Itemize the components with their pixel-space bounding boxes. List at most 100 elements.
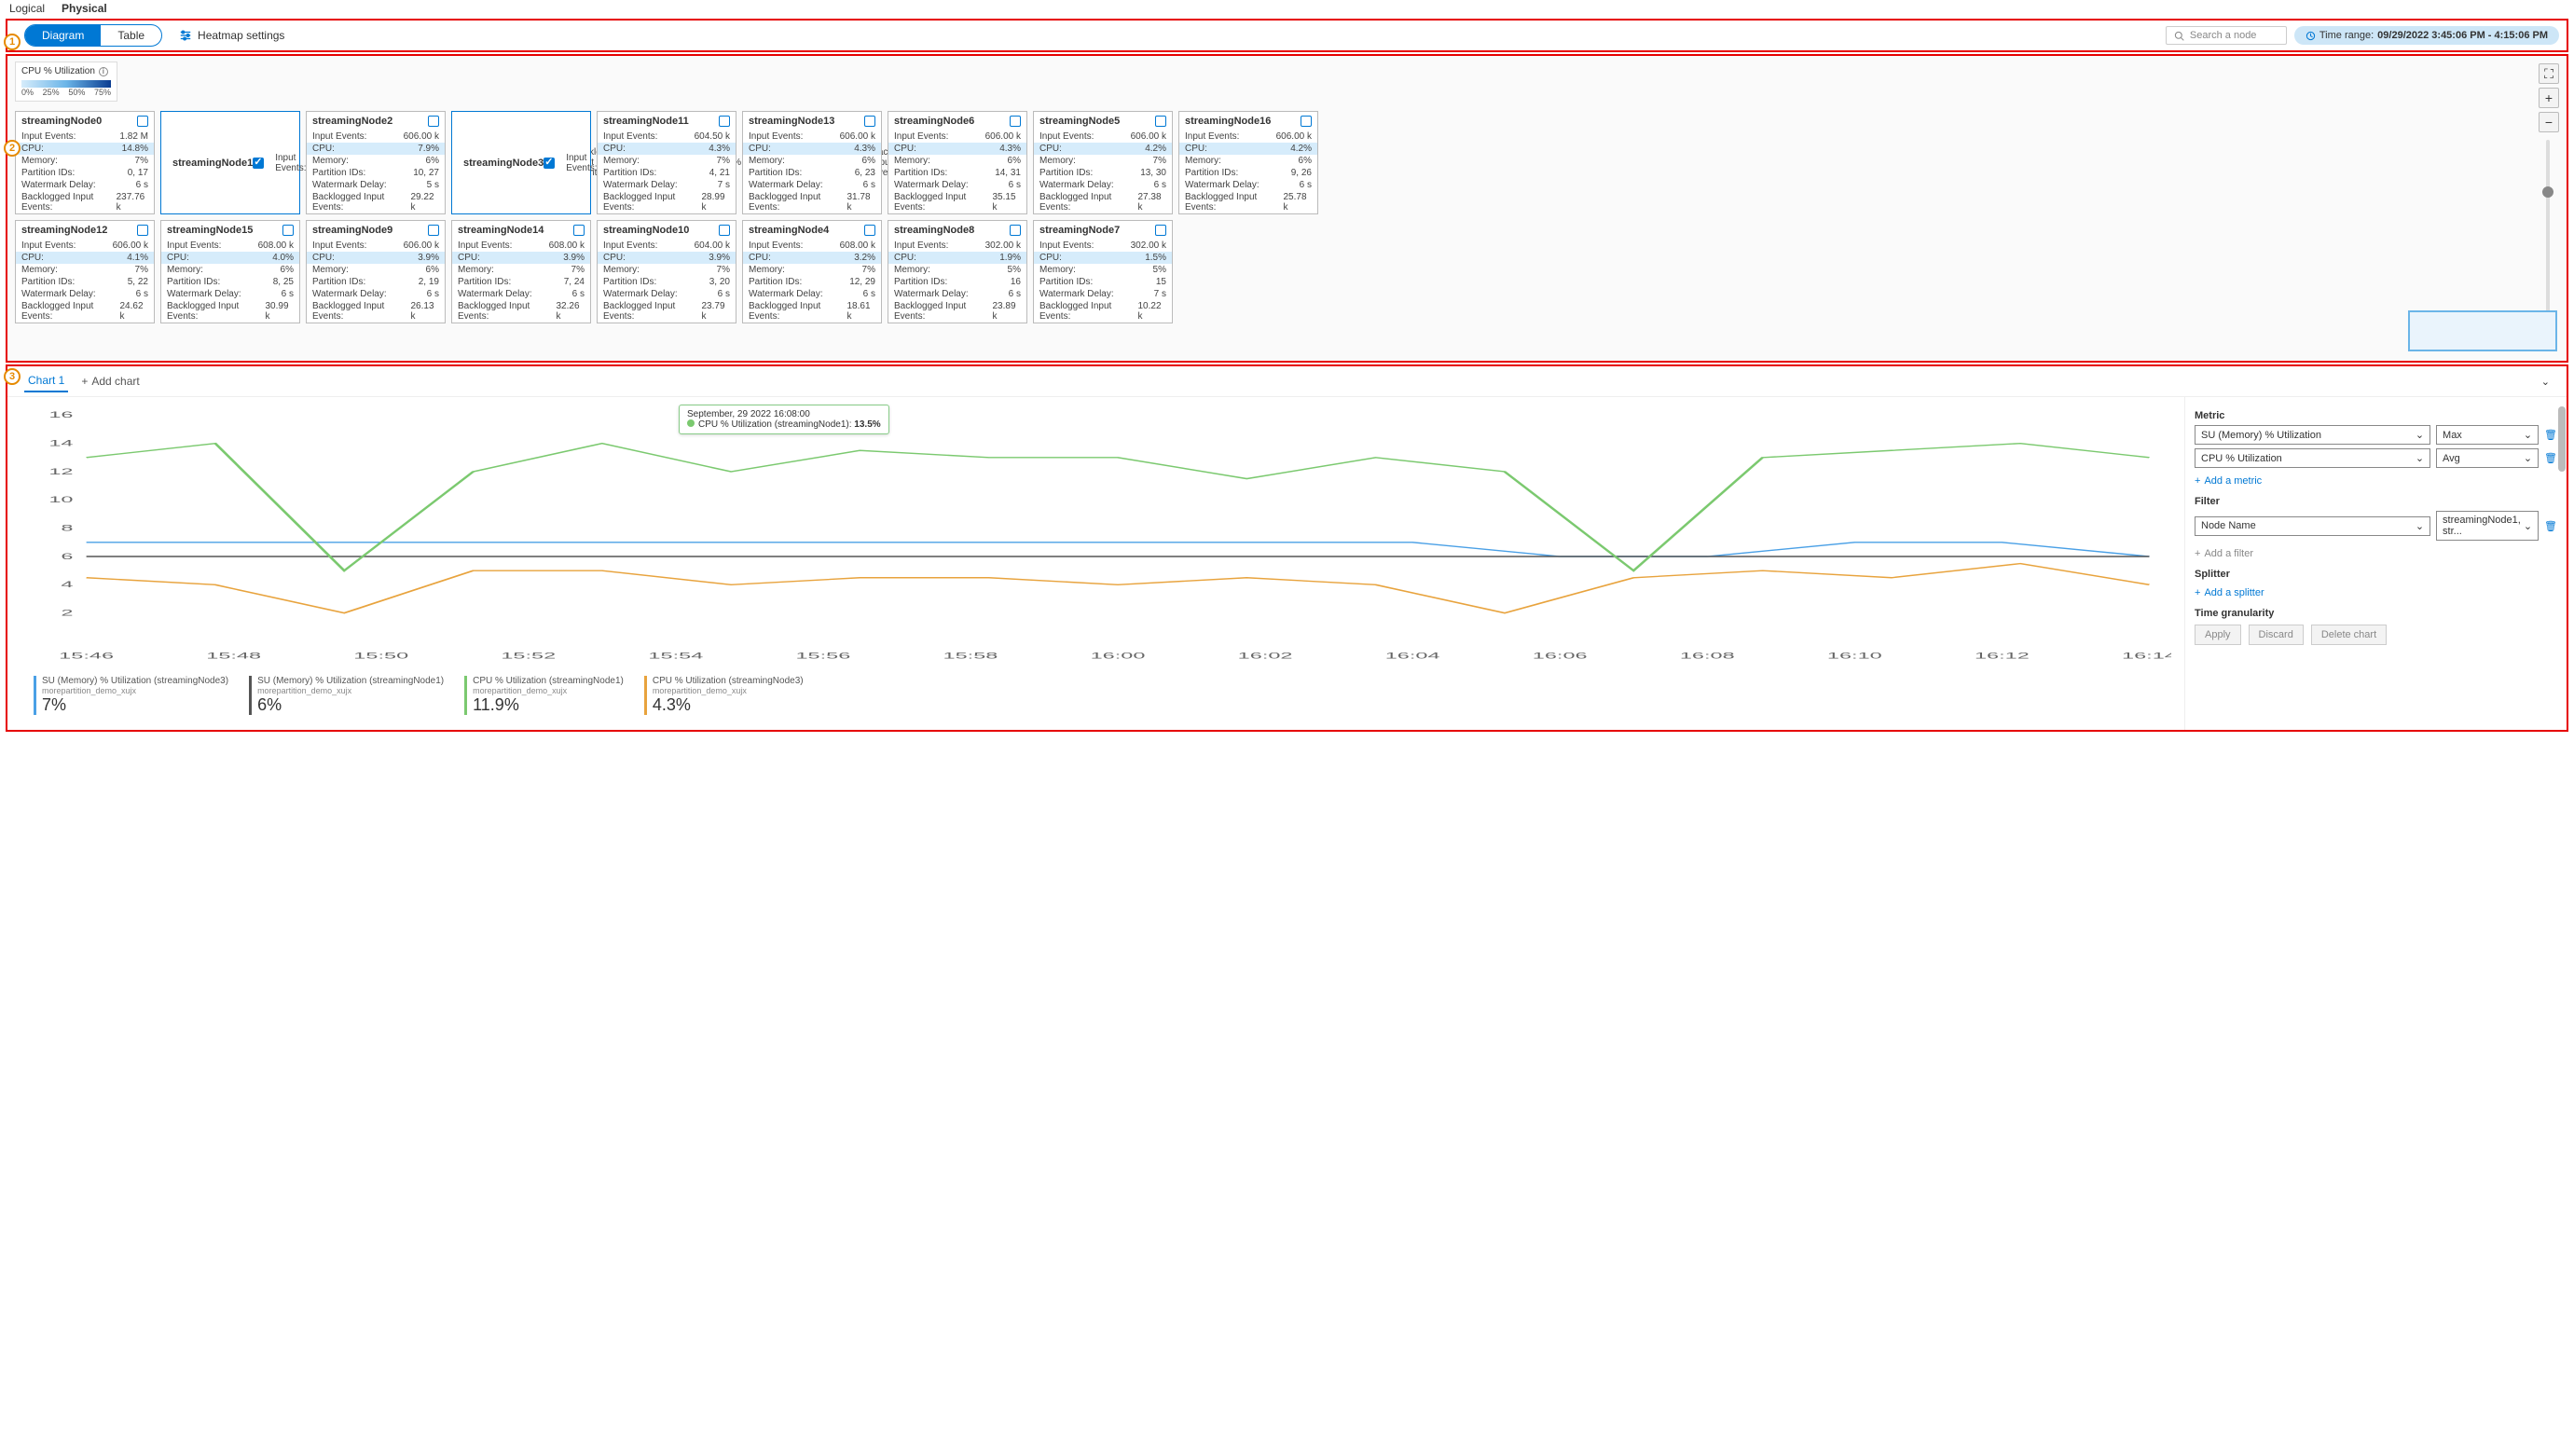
view-toggle[interactable]: Diagram Table bbox=[24, 24, 162, 47]
node-card[interactable]: streamingNode3 Input Events:604.00 k CPU… bbox=[451, 111, 591, 214]
delete-metric-2[interactable]: 🗑 bbox=[2544, 452, 2557, 464]
legend-item[interactable]: SU (Memory) % Utilization (streamingNode… bbox=[249, 676, 444, 715]
node-card[interactable]: streamingNode16 Input Events:606.00 k CP… bbox=[1178, 111, 1318, 214]
chevron-down-icon: ⌄ bbox=[2416, 429, 2424, 441]
chart-pane: 3 Chart 1 +Add chart ⌄ September, 29 202… bbox=[6, 364, 2568, 732]
svg-text:16:02: 16:02 bbox=[1238, 651, 1293, 660]
node-card[interactable]: streamingNode15 Input Events:608.00 k CP… bbox=[160, 220, 300, 323]
node-checkbox[interactable] bbox=[253, 158, 264, 169]
scrollbar[interactable] bbox=[2557, 403, 2567, 724]
add-metric[interactable]: +Add a metric bbox=[2195, 472, 2557, 490]
node-checkbox[interactable] bbox=[1010, 225, 1021, 236]
node-checkbox[interactable] bbox=[1301, 116, 1312, 127]
node-checkbox[interactable] bbox=[137, 116, 148, 127]
minimap[interactable] bbox=[2408, 310, 2557, 351]
node-checkbox[interactable] bbox=[428, 116, 439, 127]
time-range[interactable]: Time range: 09/29/2022 3:45:06 PM - 4:15… bbox=[2294, 26, 2559, 45]
table-button[interactable]: Table bbox=[101, 25, 161, 46]
node-card[interactable]: streamingNode12 Input Events:606.00 k CP… bbox=[15, 220, 155, 323]
metric-2-select[interactable]: CPU % Utilization⌄ bbox=[2195, 448, 2430, 468]
svg-text:16:10: 16:10 bbox=[1827, 651, 1882, 660]
legend-item[interactable]: SU (Memory) % Utilization (streamingNode… bbox=[34, 676, 228, 715]
chart-tab-1[interactable]: Chart 1 bbox=[24, 370, 68, 392]
add-filter[interactable]: +Add a filter bbox=[2195, 544, 2557, 563]
svg-text:16:12: 16:12 bbox=[1975, 651, 2030, 660]
diagram-button[interactable]: Diagram bbox=[25, 25, 101, 46]
filter-val-select[interactable]: streamingNode1, str...⌄ bbox=[2436, 511, 2539, 541]
node-card[interactable]: streamingNode14 Input Events:608.00 k CP… bbox=[451, 220, 591, 323]
node-card[interactable]: streamingNode11 Input Events:604.50 k CP… bbox=[597, 111, 736, 214]
node-checkbox[interactable] bbox=[573, 225, 585, 236]
svg-text:15:54: 15:54 bbox=[648, 651, 703, 660]
node-card[interactable]: streamingNode0 Input Events:1.82 M CPU:1… bbox=[15, 111, 155, 214]
node-card[interactable]: streamingNode4 Input Events:608.00 k CPU… bbox=[742, 220, 882, 323]
node-checkbox[interactable] bbox=[282, 225, 294, 236]
node-checkbox[interactable] bbox=[544, 158, 555, 169]
diagram-pane: 2 CPU % Utilization i 0%25%50%75% ⛶ + − … bbox=[6, 54, 2568, 363]
svg-text:6: 6 bbox=[61, 551, 73, 560]
svg-text:8: 8 bbox=[61, 523, 73, 532]
node-card[interactable]: streamingNode10 Input Events:604.00 k CP… bbox=[597, 220, 736, 323]
info-icon[interactable]: i bbox=[99, 67, 108, 76]
collapse-icon[interactable]: ⌄ bbox=[2541, 376, 2550, 388]
node-checkbox[interactable] bbox=[428, 225, 439, 236]
svg-text:15:46: 15:46 bbox=[59, 651, 114, 660]
node-checkbox[interactable] bbox=[137, 225, 148, 236]
apply-button[interactable]: Apply bbox=[2195, 625, 2241, 645]
svg-text:4: 4 bbox=[61, 580, 73, 589]
node-checkbox[interactable] bbox=[864, 225, 875, 236]
node-card[interactable]: streamingNode6 Input Events:606.00 k CPU… bbox=[888, 111, 1027, 214]
node-card[interactable]: streamingNode7 Input Events:302.00 k CPU… bbox=[1033, 220, 1173, 323]
node-checkbox[interactable] bbox=[719, 225, 730, 236]
node-card[interactable]: streamingNode13 Input Events:606.00 k CP… bbox=[742, 111, 882, 214]
delete-filter[interactable]: 🗑 bbox=[2544, 520, 2557, 532]
node-card[interactable]: streamingNode5 Input Events:606.00 k CPU… bbox=[1033, 111, 1173, 214]
svg-text:16:04: 16:04 bbox=[1385, 651, 1440, 660]
cpu-legend: CPU % Utilization i 0%25%50%75% bbox=[15, 62, 117, 102]
node-card[interactable]: streamingNode1 Input Events:1.82 M CPU:1… bbox=[160, 111, 300, 214]
sliders-icon bbox=[179, 29, 192, 42]
zoom-slider[interactable] bbox=[2546, 140, 2550, 326]
svg-text:12: 12 bbox=[48, 466, 73, 475]
svg-text:15:48: 15:48 bbox=[206, 651, 261, 660]
svg-text:15:52: 15:52 bbox=[501, 651, 556, 660]
svg-text:16:00: 16:00 bbox=[1091, 651, 1146, 660]
tab-physical[interactable]: Physical bbox=[62, 2, 107, 15]
metric-1-select[interactable]: SU (Memory) % Utilization⌄ bbox=[2195, 425, 2430, 445]
legend-item[interactable]: CPU % Utilization (streamingNode3)morepa… bbox=[644, 676, 804, 715]
node-card[interactable]: streamingNode2 Input Events:606.00 k CPU… bbox=[306, 111, 446, 214]
agg-2-select[interactable]: Avg⌄ bbox=[2436, 448, 2539, 468]
node-card[interactable]: streamingNode8 Input Events:302.00 k CPU… bbox=[888, 220, 1027, 323]
delete-chart-button[interactable]: Delete chart bbox=[2311, 625, 2387, 645]
add-chart[interactable]: +Add chart bbox=[81, 375, 139, 388]
zoom-out-icon[interactable]: − bbox=[2539, 112, 2559, 132]
node-checkbox[interactable] bbox=[1010, 116, 1021, 127]
line-chart[interactable]: 24681012141615:4615:4815:5015:5215:5415:… bbox=[21, 406, 2171, 667]
zoom-in-icon[interactable]: + bbox=[2539, 88, 2559, 108]
svg-text:15:50: 15:50 bbox=[353, 651, 408, 660]
node-checkbox[interactable] bbox=[719, 116, 730, 127]
search-input[interactable]: Search a node bbox=[2166, 26, 2287, 45]
discard-button[interactable]: Discard bbox=[2249, 625, 2304, 645]
fit-icon[interactable]: ⛶ bbox=[2539, 63, 2559, 84]
callout-1: 1 bbox=[4, 34, 21, 50]
tab-logical[interactable]: Logical bbox=[9, 2, 45, 15]
svg-text:15:58: 15:58 bbox=[943, 651, 998, 660]
legend-item[interactable]: CPU % Utilization (streamingNode1)morepa… bbox=[464, 676, 624, 715]
node-checkbox[interactable] bbox=[1155, 116, 1166, 127]
filter-key-select[interactable]: Node Name⌄ bbox=[2195, 516, 2430, 536]
toolbar: 1 Diagram Table Heatmap settings Search … bbox=[6, 19, 2568, 52]
add-splitter[interactable]: +Add a splitter bbox=[2195, 584, 2557, 602]
node-card[interactable]: streamingNode9 Input Events:606.00 k CPU… bbox=[306, 220, 446, 323]
svg-text:10: 10 bbox=[48, 495, 73, 504]
node-checkbox[interactable] bbox=[1155, 225, 1166, 236]
svg-text:14: 14 bbox=[48, 438, 73, 447]
node-checkbox[interactable] bbox=[864, 116, 875, 127]
agg-1-select[interactable]: Max⌄ bbox=[2436, 425, 2539, 445]
search-icon bbox=[2174, 31, 2184, 41]
svg-text:16:14: 16:14 bbox=[2122, 651, 2171, 660]
heatmap-settings[interactable]: Heatmap settings bbox=[179, 29, 284, 42]
delete-metric-1[interactable]: 🗑 bbox=[2544, 429, 2557, 441]
clock-icon bbox=[2306, 31, 2316, 41]
chart-settings: Metric SU (Memory) % Utilization⌄ Max⌄ 🗑… bbox=[2184, 397, 2567, 730]
